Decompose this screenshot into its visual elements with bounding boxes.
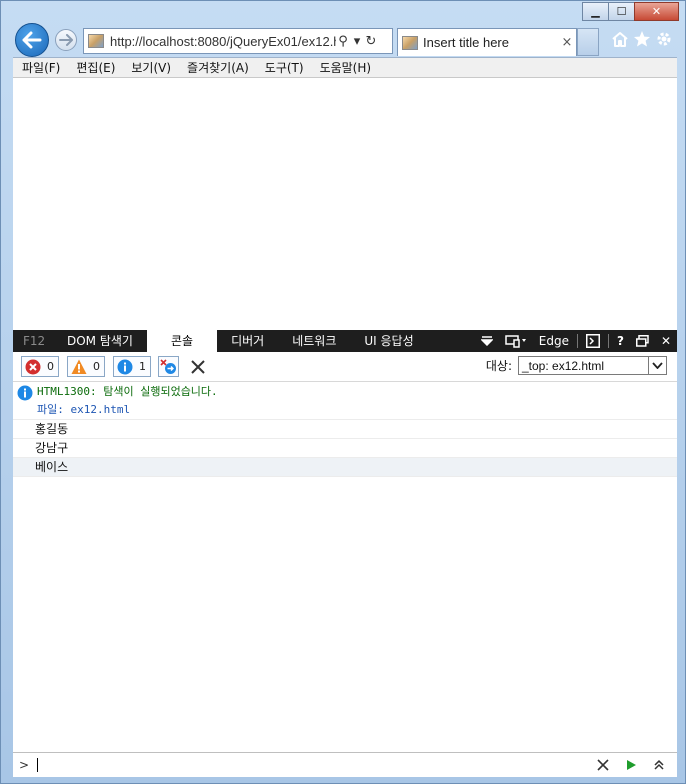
page-content[interactable]: [13, 78, 677, 330]
menu-item-tools[interactable]: 도구(T): [256, 59, 311, 76]
devtools-tab-bar: F12 DOM 탐색기 콘솔 디버거 네트워크 UI 응답성 Edge ? ✕: [13, 330, 677, 352]
console-input-caret: [37, 758, 39, 772]
play-icon: [627, 760, 636, 770]
clear-on-navigate-button[interactable]: [158, 356, 179, 377]
target-dropdown[interactable]: _top: ex12.html: [518, 356, 667, 375]
refresh-icon[interactable]: ↻: [364, 34, 378, 49]
target-selector: 대상: _top: ex12.html: [486, 356, 667, 375]
emulation-button[interactable]: [499, 330, 533, 352]
forward-button[interactable]: [55, 29, 77, 51]
target-value: _top: ex12.html: [522, 358, 605, 373]
tab-title: Insert title here: [423, 35, 509, 50]
tools-button[interactable]: [655, 30, 673, 48]
minimize-icon: ▁: [591, 5, 600, 18]
expand-input-button[interactable]: [651, 757, 667, 773]
more-tools-icon: [480, 336, 493, 346]
clear-x-icon: [191, 359, 205, 374]
url-text[interactable]: http://localhost:8080/jQueryEx01/ex12.ht: [110, 34, 336, 49]
clear-console-button[interactable]: [187, 356, 209, 378]
window-caption-buttons: ▁ ☐ ✕: [582, 2, 679, 21]
tab-ui-responsiveness[interactable]: UI 응답성: [350, 330, 427, 352]
address-bar[interactable]: http://localhost:8080/jQueryEx01/ex12.ht…: [83, 28, 393, 54]
back-button[interactable]: [15, 23, 49, 57]
error-icon: [25, 359, 41, 374]
undock-icon: [635, 335, 649, 347]
console-message-text: HTML1300: 탐색이 실행되었습니다.: [37, 385, 218, 398]
back-arrow-icon: [22, 31, 42, 49]
console-message: HTML1300: 탐색이 실행되었습니다.: [13, 382, 677, 401]
devtools-close-icon[interactable]: ✕: [655, 330, 677, 352]
target-label: 대상:: [485, 359, 512, 373]
menu-item-favorites[interactable]: 즐겨찾기(A): [178, 59, 256, 76]
warning-count: 0: [93, 360, 100, 373]
console-prompt-icon: [585, 334, 600, 348]
close-icon: ✕: [651, 5, 662, 18]
gear-icon: [657, 32, 671, 46]
f12-label: F12: [23, 334, 46, 348]
tab-debugger[interactable]: 디버거: [217, 330, 278, 352]
maximize-button[interactable]: ☐: [608, 2, 635, 21]
tab-dom-explorer[interactable]: DOM 탐색기: [53, 330, 147, 352]
error-filter-button[interactable]: 0: [21, 356, 59, 377]
console-input-actions: [595, 757, 667, 773]
undock-button[interactable]: [630, 330, 655, 352]
console-log-row: 홍길동: [13, 419, 677, 438]
info-count: 1: [139, 360, 146, 373]
menu-item-help[interactable]: 도움말(H): [311, 59, 379, 76]
navigation-bar: http://localhost:8080/jQueryEx01/ex12.ht…: [13, 23, 677, 57]
menu-item-view[interactable]: 보기(V): [122, 59, 178, 76]
info-icon: [117, 359, 133, 374]
console-message-file-link[interactable]: 파일: ex12.html: [13, 401, 677, 419]
expand-up-icon: [654, 759, 664, 770]
console-toggle-button[interactable]: [580, 330, 606, 352]
page-favicon-icon: [88, 34, 104, 48]
warning-icon: [71, 359, 87, 374]
clear-on-navigate-icon: [160, 359, 176, 374]
console-input-bar[interactable]: >: [13, 752, 677, 777]
minimize-button[interactable]: ▁: [582, 2, 609, 21]
console-output: HTML1300: 탐색이 실행되었습니다. 파일: ex12.html 홍길동…: [13, 382, 677, 750]
browser-tab[interactable]: Insert title here ×: [397, 28, 577, 56]
screen-emulation-icon: [505, 335, 526, 348]
forward-arrow-icon: [59, 34, 73, 46]
home-button[interactable]: [611, 30, 629, 48]
help-icon[interactable]: ?: [611, 330, 630, 352]
menu-item-file[interactable]: 파일(F): [13, 59, 67, 76]
tab-console[interactable]: 콘솔: [146, 330, 218, 352]
clear-input-icon: [597, 759, 609, 771]
tab-network[interactable]: 네트워크: [278, 330, 350, 352]
console-toolbar: 0 0 1 대상: _top: ex12.html: [13, 352, 677, 382]
browser-window: ▁ ☐ ✕ http://localhost:8080/jQueryEx01/e…: [0, 0, 686, 784]
tab-close-icon[interactable]: ×: [558, 35, 576, 50]
devtools-tab-actions: Edge ? ✕: [475, 330, 677, 352]
info-icon: [17, 385, 33, 401]
console-prompt-icon: >: [19, 758, 30, 772]
chevron-down-icon[interactable]: [648, 357, 666, 374]
run-script-button[interactable]: [623, 757, 639, 773]
home-icon: [612, 32, 628, 47]
more-tools-button[interactable]: [475, 330, 499, 352]
favorites-button[interactable]: [633, 30, 651, 48]
error-count: 0: [47, 360, 54, 373]
developer-tools-panel: F12 DOM 탐색기 콘솔 디버거 네트워크 UI 응답성 Edge ? ✕ …: [13, 330, 677, 777]
toolbar-divider: [607, 334, 609, 348]
toolbar-divider: [576, 334, 578, 348]
new-tab-button[interactable]: [577, 28, 599, 56]
maximize-icon: ☐: [616, 5, 627, 18]
warning-filter-button[interactable]: 0: [67, 356, 105, 377]
tab-favicon-icon: [402, 35, 418, 50]
console-log-row: 강남구: [13, 438, 677, 457]
star-icon: [634, 31, 650, 47]
menu-bar: 파일(F) 편집(E) 보기(V) 즐겨찾기(A) 도구(T) 도움말(H): [13, 57, 677, 78]
browser-toolbar-icons: [611, 30, 673, 48]
search-icon[interactable]: ⚲: [336, 34, 350, 49]
close-window-button[interactable]: ✕: [634, 2, 679, 21]
menu-item-edit[interactable]: 편집(E): [67, 59, 122, 76]
info-filter-button[interactable]: 1: [113, 356, 151, 377]
address-dropdown-icon[interactable]: ▾: [350, 34, 364, 49]
clear-input-button[interactable]: [595, 757, 611, 773]
console-log-row: 베이스: [13, 457, 677, 477]
document-mode-label[interactable]: Edge: [533, 330, 575, 352]
